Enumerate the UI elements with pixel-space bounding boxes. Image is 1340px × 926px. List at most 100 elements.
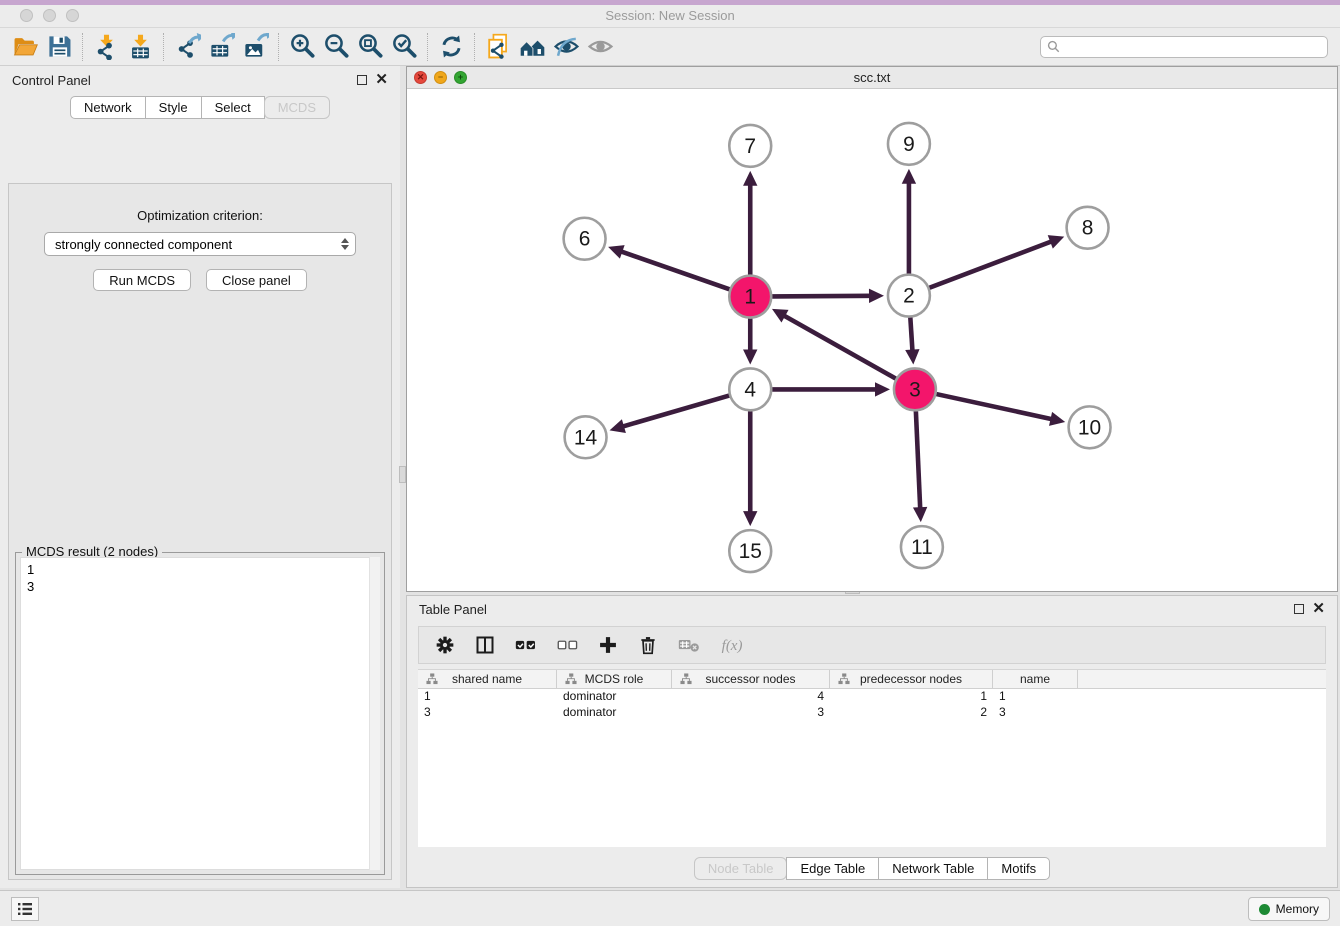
network-window-title: scc.txt	[407, 70, 1337, 85]
graph-node-15[interactable]: 15	[729, 530, 771, 572]
network-minimize-button[interactable]: −	[434, 71, 447, 84]
export-table-button[interactable]	[204, 31, 238, 63]
refresh-view-button[interactable]	[434, 31, 468, 63]
tab-node-table[interactable]: Node Table	[694, 857, 788, 880]
memory-button[interactable]: Memory	[1248, 897, 1330, 921]
tab-style[interactable]: Style	[145, 96, 202, 119]
edge-1-2[interactable]	[772, 296, 873, 297]
table-settings-button[interactable]	[435, 635, 455, 655]
zoom-in-button[interactable]	[285, 31, 319, 63]
open-file-button[interactable]	[8, 31, 42, 63]
tab-mcds[interactable]: MCDS	[264, 96, 330, 119]
close-panel-icon[interactable]: ✕	[375, 75, 388, 85]
float-table-panel-icon[interactable]	[1294, 604, 1304, 614]
select-all-button[interactable]	[515, 635, 537, 655]
show-all-button[interactable]	[583, 31, 617, 63]
tab-network[interactable]: Network	[70, 96, 146, 119]
graph-node-8[interactable]: 8	[1067, 207, 1109, 249]
mcds-result-scrollbar[interactable]	[369, 557, 380, 870]
import-table-button[interactable]	[123, 31, 157, 63]
zoom-fit-button[interactable]	[353, 31, 387, 63]
tab-motifs[interactable]: Motifs	[987, 857, 1050, 880]
tab-network-table[interactable]: Network Table	[878, 857, 988, 880]
graph-node-14[interactable]: 14	[565, 416, 607, 458]
table-cell[interactable]: 4	[672, 689, 830, 705]
table-cell[interactable]: 1	[418, 689, 557, 705]
table-cell[interactable]: 1	[993, 689, 1078, 705]
graph-node-6[interactable]: 6	[564, 218, 606, 260]
edge-2-3[interactable]	[910, 318, 912, 354]
search-box[interactable]	[1040, 36, 1328, 58]
close-panel-button[interactable]: Close panel	[206, 269, 307, 291]
deselect-all-button[interactable]	[557, 635, 579, 655]
table-cell[interactable]: dominator	[557, 689, 672, 705]
graph-node-9[interactable]: 9	[888, 123, 930, 165]
delete-column-button[interactable]	[638, 635, 658, 655]
edge-2-8[interactable]	[929, 240, 1054, 287]
table-cell[interactable]: 3	[672, 705, 830, 721]
graph-node-4[interactable]: 4	[729, 368, 771, 410]
column-header-name[interactable]: name	[993, 670, 1078, 688]
hide-selected-button[interactable]	[549, 31, 583, 63]
node-table[interactable]: shared nameMCDS role successor nodes prede…	[418, 669, 1326, 847]
tab-edge-table[interactable]: Edge Table	[786, 857, 879, 880]
toolbar-separator	[427, 33, 428, 61]
close-table-panel-icon[interactable]: ✕	[1312, 604, 1325, 614]
graph-node-7[interactable]: 7	[729, 125, 771, 167]
tab-select[interactable]: Select	[201, 96, 265, 119]
toggle-columns-button[interactable]	[475, 635, 495, 655]
column-header-MCDS-role[interactable]: MCDS role	[557, 670, 672, 688]
column-header-predecessor-nodes[interactable]: predecessor nodes	[830, 670, 993, 688]
zoom-out-button[interactable]	[319, 31, 353, 63]
table-cell[interactable]: 1	[830, 689, 993, 705]
zoom-selected-button[interactable]	[387, 31, 421, 63]
network-close-button[interactable]: ✕	[414, 71, 427, 84]
command-panel-button[interactable]	[11, 897, 39, 921]
save-session-icon	[46, 33, 73, 60]
apply-layout-button[interactable]	[515, 31, 549, 63]
edge-1-6[interactable]	[618, 251, 729, 290]
table-cell[interactable]: 2	[830, 705, 993, 721]
save-session-button[interactable]	[42, 31, 76, 63]
import-network-button[interactable]	[89, 31, 123, 63]
add-column-icon	[598, 635, 618, 655]
graph-node-1[interactable]: 1	[729, 276, 771, 318]
table-cell[interactable]: dominator	[557, 705, 672, 721]
mcds-panel: Optimization criterion: strongly connect…	[8, 183, 392, 880]
column-label: successor nodes	[705, 672, 795, 686]
column-header-successor-nodes[interactable]: successor nodes	[672, 670, 830, 688]
main-toolbar	[0, 28, 1340, 66]
edge-3-10[interactable]	[936, 394, 1054, 420]
mcds-result-text[interactable]: 13	[20, 557, 380, 870]
table-row[interactable]: 3dominator323	[418, 705, 1326, 721]
export-image-button[interactable]	[238, 31, 272, 63]
vertical-splitter-handle[interactable]	[399, 466, 406, 483]
float-panel-icon[interactable]	[357, 75, 367, 85]
node-label: 11	[911, 536, 933, 559]
edge-arrowhead	[743, 349, 757, 364]
node-table-body: 1dominator4113dominator323	[418, 689, 1326, 721]
search-input[interactable]	[1065, 40, 1321, 54]
table-cell[interactable]: 3	[418, 705, 557, 721]
run-mcds-button[interactable]: Run MCDS	[93, 269, 191, 291]
edge-3-11[interactable]	[916, 411, 920, 511]
graph-node-11[interactable]: 11	[901, 526, 943, 568]
new-network-from-selection-button[interactable]	[481, 31, 515, 63]
edge-4-14[interactable]	[620, 396, 729, 428]
node-label: 3	[909, 378, 921, 401]
table-row[interactable]: 1dominator411	[418, 689, 1326, 705]
add-column-button[interactable]	[598, 635, 618, 655]
network-window-titlebar[interactable]: ✕ − + scc.txt	[407, 67, 1337, 89]
export-network-button[interactable]	[170, 31, 204, 63]
graph-node-10[interactable]: 10	[1069, 406, 1111, 448]
column-header-shared-name[interactable]: shared name	[418, 670, 557, 688]
graph-node-2[interactable]: 2	[888, 275, 930, 317]
edge-3-1[interactable]	[782, 314, 896, 378]
network-canvas[interactable]: 7 9 6 8 1 2 4 3 14 10 15 11	[407, 89, 1337, 591]
control-panel-tabs: NetworkStyleSelectMCDS	[0, 96, 400, 119]
optimization-criterion-select[interactable]: strongly connected component	[44, 232, 356, 256]
network-maximize-button[interactable]: +	[454, 71, 467, 84]
graph-node-3[interactable]: 3	[894, 368, 936, 410]
table-panel-title: Table Panel	[419, 602, 487, 617]
table-cell[interactable]: 3	[993, 705, 1078, 721]
